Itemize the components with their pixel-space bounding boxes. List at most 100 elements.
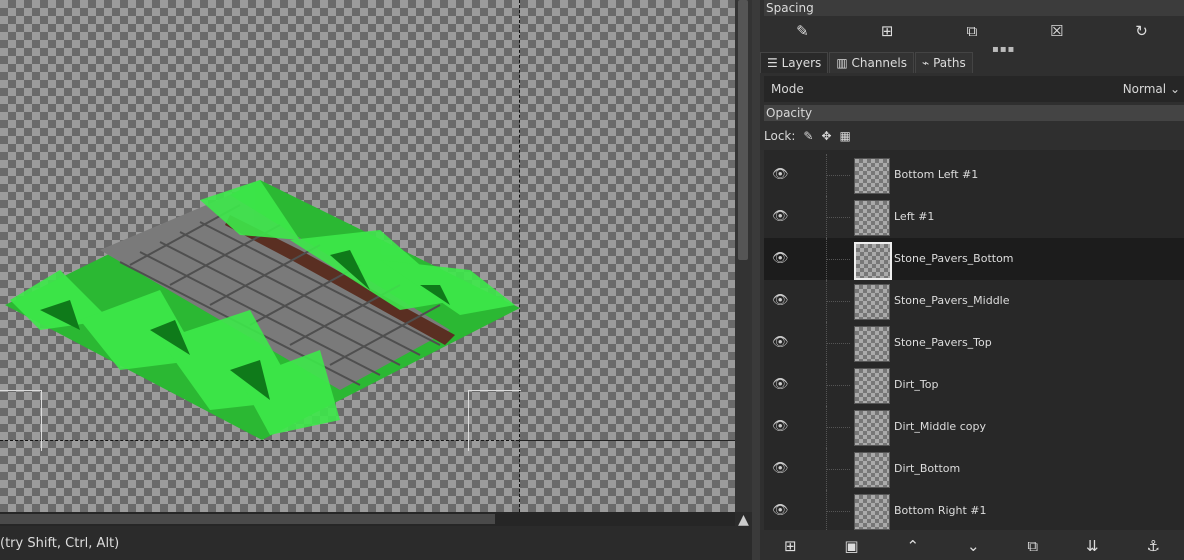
dock-tabs: ☰ Layers ▥ Channels ⌁ Paths: [760, 52, 974, 73]
layers-list[interactable]: 👁 Bottom Left #1 👁 Left #1 👁 Stone_Paver…: [764, 150, 1184, 530]
layer-thumbnail: [854, 242, 892, 280]
layer-row[interactable]: 👁 Bottom Left #1: [764, 154, 1184, 196]
paths-icon: ⌁: [922, 56, 930, 70]
opacity-slider[interactable]: Opacity: [764, 105, 1184, 121]
eye-icon[interactable]: 👁: [772, 335, 789, 350]
tree-branch: [826, 259, 850, 260]
eye-icon[interactable]: 👁: [772, 167, 789, 182]
lower-layer-icon[interactable]: ⌄: [967, 537, 980, 555]
layer-name: Stone_Pavers_Top: [894, 336, 992, 349]
layers-dock: Spacing ✎ ⊞ ⧉ ☒ ↻ ▪▪▪ ☰ Layers ▥ Channel…: [760, 0, 1184, 560]
eye-icon[interactable]: 👁: [772, 503, 789, 518]
layer-name: Stone_Pavers_Bottom: [894, 252, 1014, 265]
eye-icon[interactable]: 👁: [772, 419, 789, 434]
navigate-icon[interactable]: ▲: [735, 512, 752, 530]
tree-branch: [826, 469, 850, 470]
canvas-boundary-line: [519, 440, 735, 441]
layer-thumbnail: [854, 368, 890, 404]
edit-brush-icon[interactable]: ✎: [787, 22, 817, 40]
tab-layers-label: Layers: [781, 56, 822, 70]
duplicate-brush-icon[interactable]: ⧉: [957, 22, 987, 40]
layer-name: Dirt_Top: [894, 378, 939, 391]
layer-name: Stone_Pavers_Middle: [894, 294, 1010, 307]
spacing-slider[interactable]: Spacing: [764, 0, 1184, 16]
lock-pixels-icon[interactable]: ✎: [803, 126, 813, 146]
tree-branch: [826, 427, 850, 428]
eye-icon[interactable]: 👁: [772, 377, 789, 392]
image-canvas[interactable]: [0, 0, 735, 512]
layer-row-selected[interactable]: 👁 Stone_Pavers_Bottom: [764, 238, 1184, 280]
lock-row: Lock: ✎ ✥ ▦: [764, 126, 851, 146]
tile-outline-right: [468, 390, 521, 451]
opacity-label: Opacity: [766, 106, 813, 120]
layer-name: Left #1: [894, 210, 935, 223]
layer-thumbnail: [854, 410, 890, 446]
tree-branch: [826, 511, 850, 512]
new-layer-group-icon[interactable]: ▣: [844, 537, 858, 555]
dock-grip-icon[interactable]: ▪▪▪: [992, 44, 1015, 55]
anchor-layer-icon[interactable]: ⚓: [1147, 537, 1160, 555]
layer-row[interactable]: 👁 Bottom Right #1: [764, 490, 1184, 530]
layer-row[interactable]: 👁 Dirt_Top: [764, 364, 1184, 406]
tree-branch: [826, 343, 850, 344]
mode-select[interactable]: Mode Normal ⌄: [764, 76, 1184, 102]
eye-icon[interactable]: 👁: [772, 461, 789, 476]
layer-thumbnail: [854, 452, 890, 488]
lock-alpha-icon[interactable]: ▦: [840, 126, 851, 146]
layers-icon: ☰: [767, 56, 778, 70]
canvas-vertical-scrollbar[interactable]: [735, 0, 752, 512]
canvas-horizontal-scrollbar[interactable]: [0, 512, 735, 526]
layer-row[interactable]: 👁 Left #1: [764, 196, 1184, 238]
tab-channels-label: Channels: [851, 56, 908, 70]
channels-icon: ▥: [836, 56, 848, 70]
status-bar: (try Shift, Ctrl, Alt): [0, 530, 752, 560]
tab-channels[interactable]: ▥ Channels: [829, 52, 915, 73]
layers-toolbar: ⊞ ▣ ⌃ ⌄ ⧉ ⇊ ⚓: [760, 532, 1184, 560]
merge-down-icon[interactable]: ⇊: [1086, 537, 1099, 555]
layer-row[interactable]: 👁 Dirt_Middle copy: [764, 406, 1184, 448]
tree-branch: [826, 175, 850, 176]
refresh-brushes-icon[interactable]: ↻: [1127, 22, 1157, 40]
layer-row[interactable]: 👁 Stone_Pavers_Middle: [764, 280, 1184, 322]
status-text: (try Shift, Ctrl, Alt): [0, 536, 120, 551]
tree-branch: [826, 385, 850, 386]
chevron-down-icon: ⌄: [1169, 82, 1180, 96]
new-layer-icon[interactable]: ⊞: [784, 537, 797, 555]
layer-thumbnail: [854, 200, 890, 236]
layer-thumbnail: [854, 326, 890, 362]
layer-thumbnail: [854, 284, 890, 320]
tab-paths-label: Paths: [933, 56, 966, 70]
eye-icon[interactable]: 👁: [772, 209, 789, 224]
layer-name: Dirt_Middle copy: [894, 420, 986, 433]
layer-thumbnail: [854, 494, 890, 530]
horizontal-guide: [0, 440, 519, 441]
horizontal-scroll-thumb[interactable]: [0, 514, 495, 524]
vertical-scroll-thumb[interactable]: [738, 0, 748, 260]
panel-divider[interactable]: [752, 0, 760, 560]
brush-toolbar: ✎ ⊞ ⧉ ☒ ↻: [760, 18, 1184, 44]
tab-paths[interactable]: ⌁ Paths: [915, 52, 973, 73]
eye-icon[interactable]: 👁: [772, 251, 789, 266]
mode-value: Normal: [1122, 82, 1167, 96]
layer-name: Dirt_Bottom: [894, 462, 961, 475]
layer-row[interactable]: 👁 Dirt_Bottom: [764, 448, 1184, 490]
spacing-label: Spacing: [766, 1, 814, 15]
layer-row[interactable]: 👁 Stone_Pavers_Top: [764, 322, 1184, 364]
layer-thumbnail: [854, 158, 890, 194]
tile-artwork: [5, 180, 520, 440]
tree-branch: [826, 217, 850, 218]
tile-outline-left: [0, 390, 42, 451]
tree-branch: [826, 301, 850, 302]
eye-icon[interactable]: 👁: [772, 293, 789, 308]
layer-name: Bottom Right #1: [894, 504, 987, 517]
raise-layer-icon[interactable]: ⌃: [906, 537, 919, 555]
lock-label: Lock:: [764, 129, 796, 143]
tab-layers[interactable]: ☰ Layers: [760, 52, 829, 73]
tree-line: [826, 490, 827, 530]
mode-value-wrap: Normal ⌄: [1123, 76, 1180, 102]
delete-brush-icon[interactable]: ☒: [1042, 22, 1072, 40]
new-brush-icon[interactable]: ⊞: [872, 22, 902, 40]
duplicate-layer-icon[interactable]: ⧉: [1027, 537, 1038, 555]
layer-name: Bottom Left #1: [894, 168, 979, 181]
lock-position-icon[interactable]: ✥: [821, 126, 831, 146]
